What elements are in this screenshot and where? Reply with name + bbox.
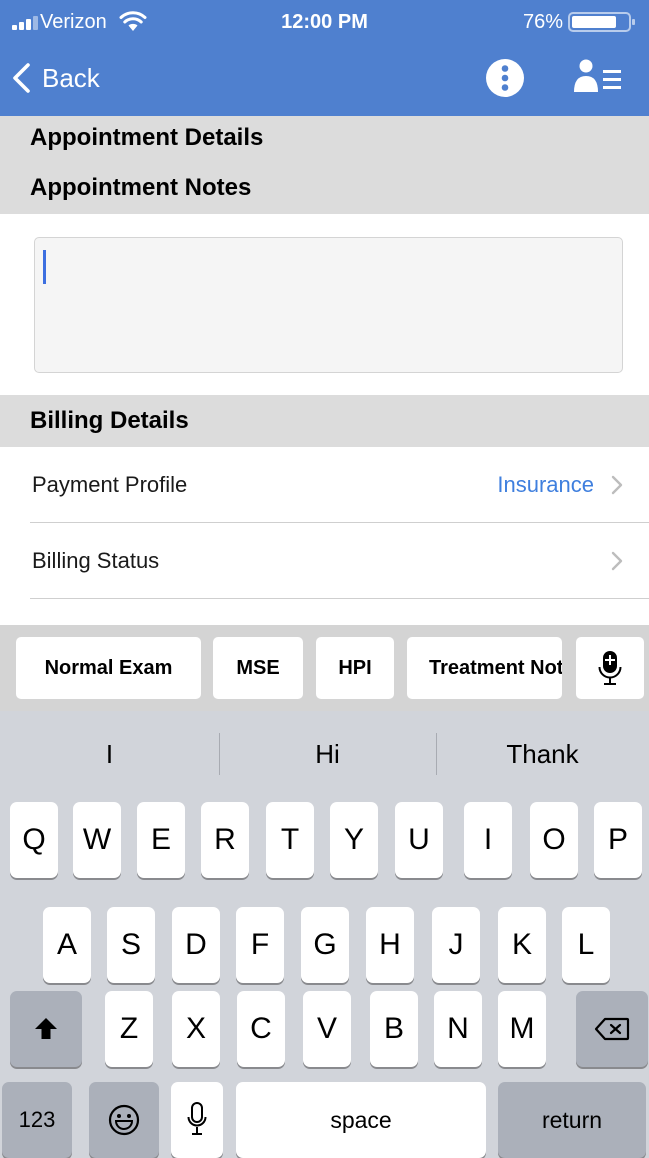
back-label: Back	[42, 63, 100, 93]
key-y[interactable]: Y	[330, 802, 378, 878]
suggestion-1[interactable]: I	[0, 711, 219, 797]
emoji-key[interactable]	[89, 1082, 159, 1158]
emoji-icon	[108, 1104, 140, 1136]
key-k[interactable]: K	[498, 907, 546, 983]
key-s[interactable]: S	[107, 907, 155, 983]
appointment-notes-input[interactable]	[34, 237, 623, 373]
payment-profile-value: Insurance	[497, 472, 594, 497]
dictation-button[interactable]	[576, 637, 644, 699]
appointment-section-header: Appointment Details Appointment Notes	[0, 116, 649, 214]
chevron-left-icon	[13, 63, 30, 93]
key-g[interactable]: G	[301, 907, 349, 983]
battery-percent: 76%	[522, 11, 563, 33]
key-i[interactable]: I	[464, 802, 512, 878]
payment-profile-row[interactable]: Payment Profile Insurance	[0, 447, 649, 523]
treatment-notes-button[interactable]: Treatment Notes	[407, 637, 562, 699]
key-o[interactable]: O	[530, 802, 578, 878]
key-m[interactable]: M	[498, 991, 546, 1067]
dictation-key[interactable]	[171, 1082, 223, 1158]
key-n[interactable]: N	[434, 991, 482, 1067]
appointment-details-title: Appointment Details	[30, 124, 264, 151]
microphone-plus-icon	[598, 651, 622, 685]
chevron-right-icon	[611, 475, 623, 495]
key-q[interactable]: Q	[10, 802, 58, 878]
system-keyboard: I Hi Thank Q W E R T Y U I O P A S D F G…	[0, 711, 649, 1158]
key-u[interactable]: U	[395, 802, 443, 878]
space-key[interactable]: space	[236, 1082, 486, 1158]
return-key[interactable]: return	[498, 1082, 646, 1158]
navigation-bar: Back	[0, 44, 649, 116]
key-a[interactable]: A	[43, 907, 91, 983]
suggestion-3[interactable]: Thank	[436, 711, 649, 797]
normal-exam-button[interactable]: Normal Exam	[16, 637, 201, 699]
key-c[interactable]: C	[237, 991, 285, 1067]
microphone-icon	[187, 1102, 207, 1135]
key-x[interactable]: X	[172, 991, 220, 1067]
battery-icon	[568, 12, 635, 32]
key-f[interactable]: F	[236, 907, 284, 983]
billing-details-title: Billing Details	[0, 395, 649, 447]
mse-button[interactable]: MSE	[213, 637, 303, 699]
backspace-icon	[594, 1017, 630, 1041]
key-t[interactable]: T	[266, 802, 314, 878]
delete-key[interactable]	[576, 991, 648, 1067]
billing-status-row[interactable]: Billing Status	[0, 523, 649, 599]
key-h[interactable]: H	[366, 907, 414, 983]
row-divider	[30, 598, 649, 599]
chevron-right-icon	[611, 551, 623, 571]
hpi-button[interactable]: HPI	[316, 637, 394, 699]
key-w[interactable]: W	[73, 802, 121, 878]
predictive-text-bar: I Hi Thank	[0, 711, 649, 797]
more-options-icon[interactable]	[485, 58, 525, 98]
payment-profile-label: Payment Profile	[32, 472, 188, 497]
key-z[interactable]: Z	[105, 991, 153, 1067]
key-e[interactable]: E	[137, 802, 185, 878]
key-b[interactable]: B	[370, 991, 418, 1067]
appointment-notes-title: Appointment Notes	[30, 174, 252, 201]
billing-status-label: Billing Status	[32, 548, 160, 573]
key-r[interactable]: R	[201, 802, 249, 878]
back-button[interactable]: Back	[10, 60, 100, 96]
numbers-key[interactable]: 123	[2, 1082, 72, 1158]
key-j[interactable]: J	[432, 907, 480, 983]
key-l[interactable]: L	[562, 907, 610, 983]
key-d[interactable]: D	[172, 907, 220, 983]
keyboard-template-toolbar: Normal Exam MSE HPI Treatment Notes	[0, 625, 649, 711]
shift-arrow-icon	[35, 1018, 57, 1039]
key-v[interactable]: V	[303, 991, 351, 1067]
suggestion-2[interactable]: Hi	[219, 711, 436, 797]
text-cursor	[43, 250, 46, 284]
top-bar: Verizon 12:00 PM 76% Back	[0, 0, 649, 116]
patient-profile-icon[interactable]	[572, 58, 628, 98]
key-p[interactable]: P	[594, 802, 642, 878]
status-bar: Verizon 12:00 PM 76%	[0, 0, 649, 44]
shift-key[interactable]	[10, 991, 82, 1067]
